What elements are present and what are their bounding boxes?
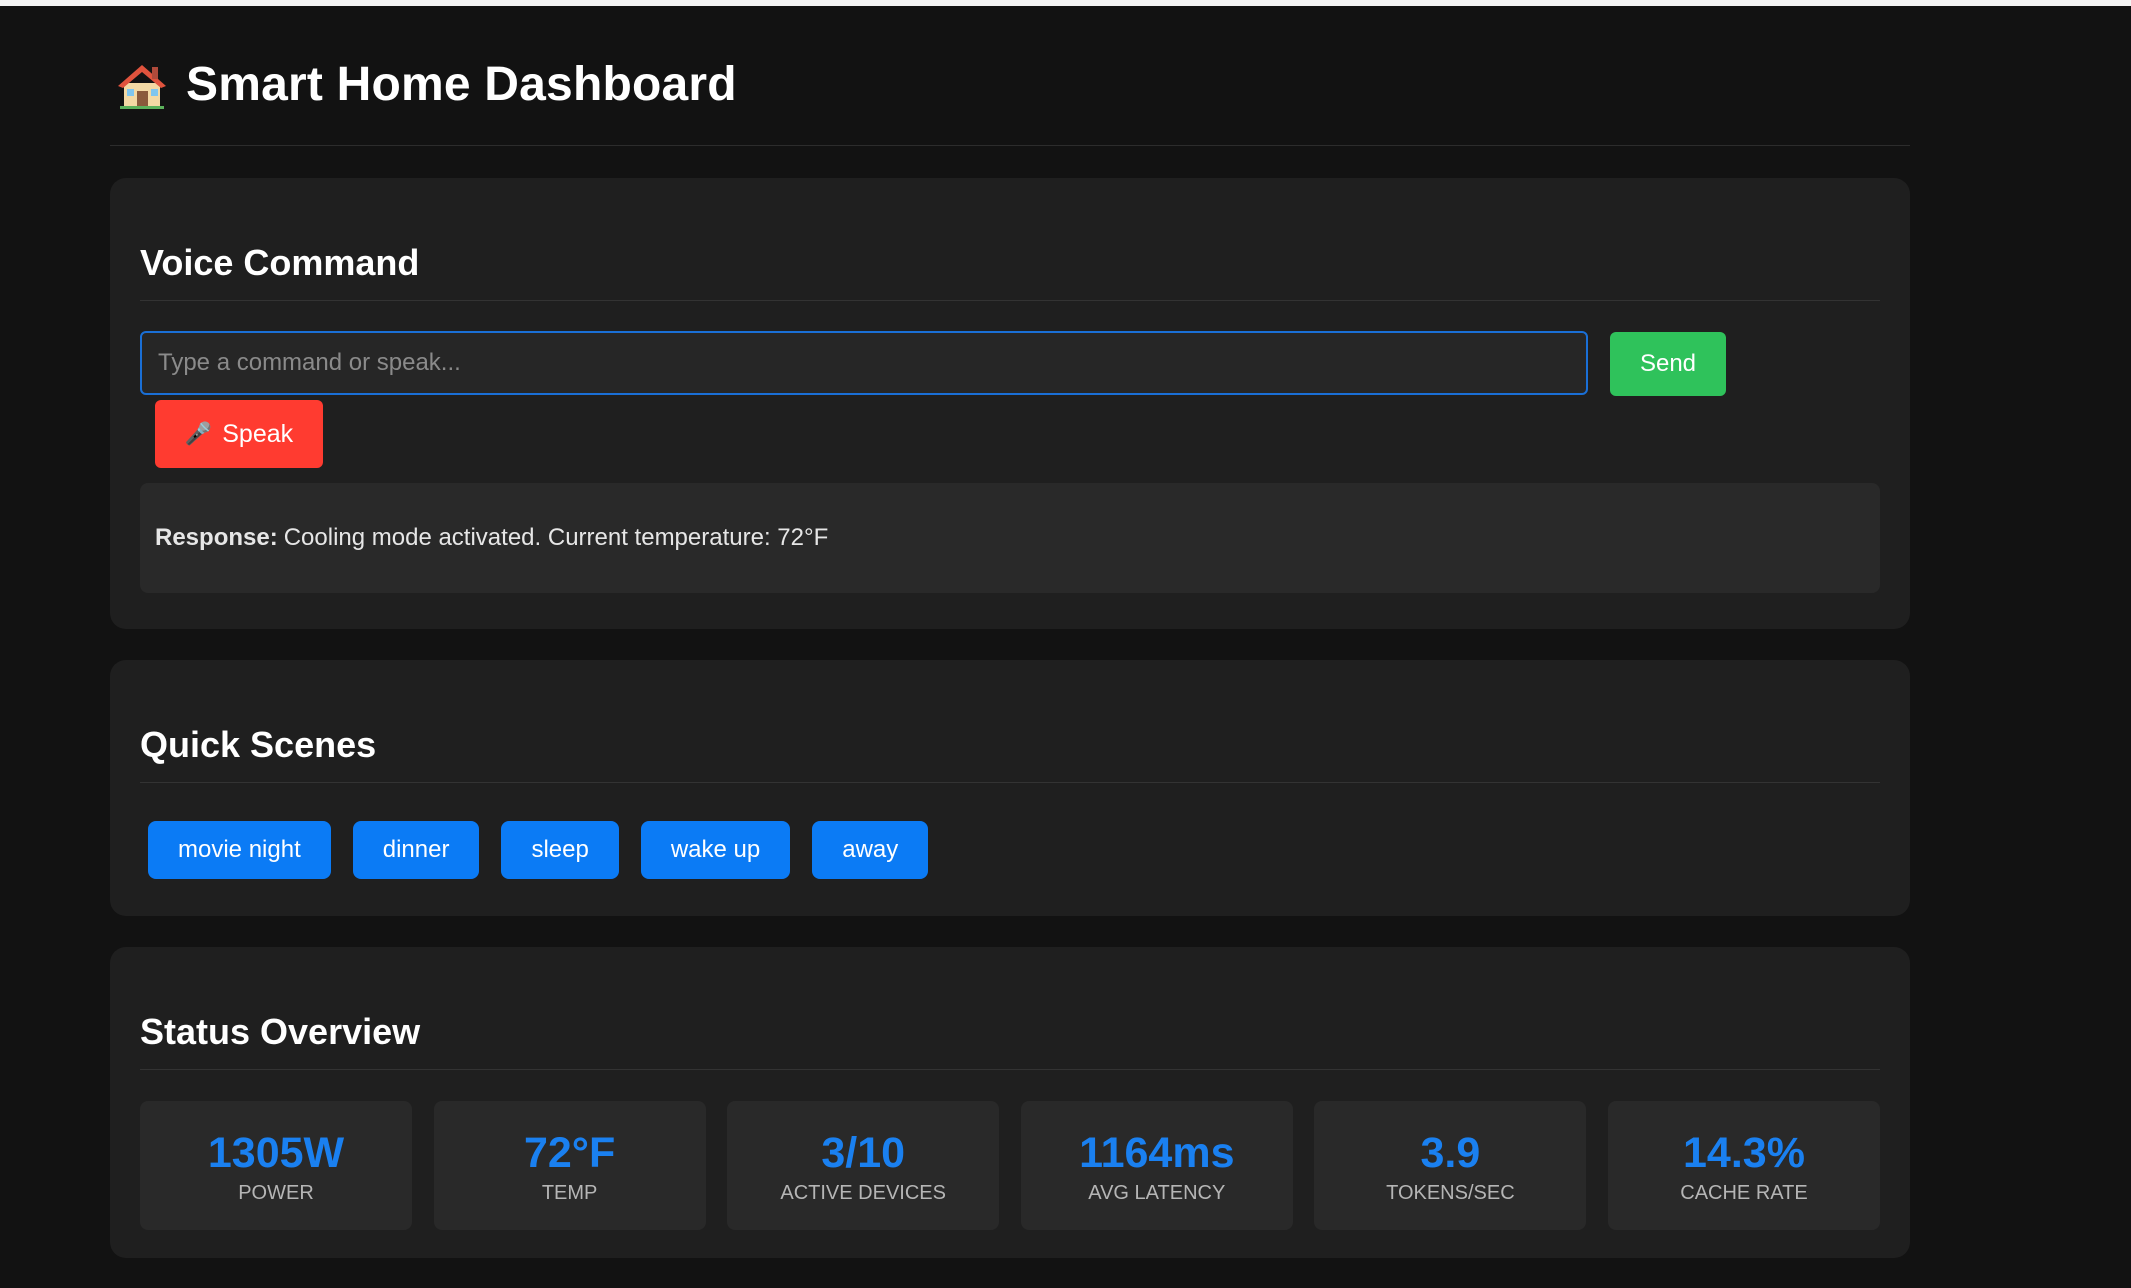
quick-scenes-title: Quick Scenes (140, 660, 1880, 783)
stat-value: 72°F (523, 1129, 616, 1177)
stat-value: 1164ms (1079, 1129, 1235, 1177)
scene-button-dinner[interactable]: dinner (352, 821, 480, 879)
status-overview-card: Status Overview 1305W POWER 72°F TEMP 3/… (110, 947, 1910, 1258)
stat-tile-tokens-per-sec: 3.9 TOKENS/SEC (1314, 1101, 1587, 1230)
house-icon (116, 61, 168, 109)
stat-label: AVG LATENCY (1088, 1182, 1226, 1204)
page-title: Smart Home Dashboard (186, 58, 737, 111)
scene-button-sleep[interactable]: sleep (501, 821, 619, 879)
page-header: Smart Home Dashboard (110, 6, 1910, 146)
stat-tile-power: 1305W POWER (140, 1101, 412, 1230)
stat-value: 14.3% (1683, 1129, 1805, 1177)
status-overview-title: Status Overview (140, 947, 1880, 1070)
speak-button[interactable]: 🎤 Speak (155, 400, 323, 468)
stat-label: TOKENS/SEC (1386, 1182, 1515, 1204)
stat-value: 3/10 (821, 1129, 906, 1177)
stats-row: 1305W POWER 72°F TEMP 3/10 ACTIVE DEVICE… (140, 1070, 1880, 1230)
stat-label: TEMP (541, 1182, 598, 1204)
voice-command-card: Voice Command Send 🎤 Speak Response: Coo… (110, 178, 1910, 629)
scene-button-away[interactable]: away (812, 821, 929, 879)
stat-tile-cache-rate: 14.3% CACHE RATE (1607, 1101, 1880, 1230)
voice-command-title: Voice Command (140, 178, 1880, 301)
stat-value: 1305W (207, 1129, 345, 1177)
response-label: Response: (155, 524, 278, 551)
response-box: Response: Cooling mode activated. Curren… (140, 483, 1880, 593)
stat-label: CACHE RATE (1680, 1182, 1808, 1204)
stat-tile-temp: 72°F TEMP (433, 1101, 706, 1230)
dashboard-container: Smart Home Dashboard Voice Command Send … (110, 6, 1910, 1258)
voice-input-row: Send 🎤 Speak (140, 301, 1880, 468)
microphone-icon: 🎤 (184, 421, 213, 446)
stat-tile-active-devices: 3/10 ACTIVE DEVICES (727, 1101, 1000, 1230)
stat-label: ACTIVE DEVICES (780, 1182, 946, 1204)
scene-button-movie-night[interactable]: movie night (148, 821, 331, 879)
send-button[interactable]: Send (1610, 332, 1726, 396)
speak-button-label: Speak (222, 419, 294, 448)
stat-value: 3.9 (1420, 1129, 1481, 1177)
scene-button-row: movie night dinner sleep wake up away (140, 783, 1880, 879)
response-text: Cooling mode activated. Current temperat… (283, 524, 829, 551)
stat-label: POWER (238, 1182, 314, 1204)
stat-tile-avg-latency: 1164ms AVG LATENCY (1020, 1101, 1293, 1230)
scene-button-wake-up[interactable]: wake up (640, 821, 791, 879)
command-input[interactable] (140, 331, 1588, 395)
quick-scenes-card: Quick Scenes movie night dinner sleep wa… (110, 660, 1910, 916)
